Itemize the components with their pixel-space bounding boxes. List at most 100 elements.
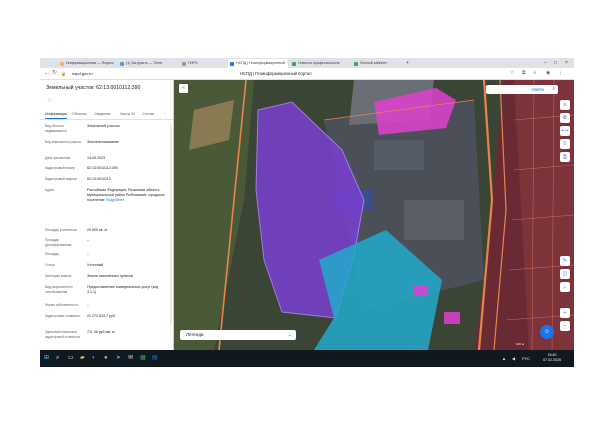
tab-favicon-icon [292,61,296,66]
bookmark-map-icon[interactable]: ◫ [560,269,570,279]
tab-objects[interactable]: Объекты [72,111,87,118]
browser-tab[interactable]: Личный кабинет [352,59,402,68]
back-icon[interactable]: ← [44,69,50,78]
browser-tab[interactable]: Новости профессионала [290,59,350,68]
row-value: Учтенный [87,263,104,267]
browser-window: Информационная — Яндекс (1) Загрузить — … [40,58,574,367]
telegram-icon[interactable]: ➤ [116,354,121,363]
browser-tab[interactable]: ГИРО [180,59,224,68]
tab-label: Личный кабинет [360,61,388,65]
zoom-in-icon[interactable]: + [560,308,570,318]
row-key: Удельный показатель кадастровой стоимост… [45,330,80,339]
row-key: Кадастровая стоимость [45,314,81,318]
url-field[interactable]: nspd.gov.ru [72,70,192,77]
info-row: Кадастровый квартал 62:13:0010112 [45,177,167,186]
info-row: Удельный показатель кадастровой стоимост… [45,330,167,346]
tab-composition[interactable]: Состав [142,111,154,118]
tabs-scroll-right-icon[interactable]: › [164,111,165,118]
collapse-panel-icon[interactable]: « [179,84,188,93]
map-scale: 100 м [516,342,524,346]
chat-help-icon[interactable]: ☺ [540,325,554,339]
volume-icon[interactable]: ◀ [512,354,515,363]
mail-icon[interactable]: ✉ [128,354,133,363]
menu-icon[interactable]: ⋮ [558,70,563,77]
close-icon[interactable]: × [565,59,568,67]
print-icon[interactable]: ⎙ [560,152,570,162]
address-more-link[interactable]: Подробнее [106,198,125,202]
page-title: НСПД | Геоинформационный портал [240,71,312,76]
row-value: Земли населённых пунктов [87,274,133,278]
map-parcel-magenta[interactable] [444,312,460,324]
row-value: Предоставление коммунальных услуг (код 3… [87,285,159,294]
draw-icon[interactable]: ✎ [560,256,570,266]
row-key: Кадастровый номер [45,166,75,170]
tab-label: Новости профессионала [298,61,340,65]
file-explorer-icon[interactable]: ▰ [80,354,85,363]
legend-dropdown[interactable]: Легенда ⌄ [180,330,296,340]
lock-icon[interactable]: 🔒 [61,69,66,78]
browser-tab-active[interactable]: НСПД | Геоинформационный [228,59,288,68]
row-value: 62:13:0010112:390 [87,166,118,170]
browser-tab[interactable]: Информационная — Яндекс [58,59,116,68]
tab-label: НСПД | Геоинформационный [236,61,285,65]
clock-date: 07.02.2025 [543,358,561,362]
favorite-star-icon[interactable]: ☆ [47,97,52,104]
info-row: Адрес Российская Федерация, Рязанская об… [45,188,167,218]
network-icon[interactable]: ▲ [502,354,506,363]
share-icon[interactable]: ⇪ [560,139,570,149]
tab-label: (1) Загрузить — Телег [126,61,163,65]
ruler-icon[interactable]: ⟷ [560,126,570,136]
tab-favicon-icon [354,61,358,66]
map-search-label: Найти [531,87,544,92]
profile-icon[interactable]: ◉ [546,70,550,77]
extensions-icon[interactable]: ⧉ [522,70,526,77]
row-key: Статус [45,263,56,267]
map-search[interactable]: Найти ⌕ [486,85,558,94]
layers-icon[interactable]: ≡ [560,100,570,110]
new-tab-icon[interactable]: + [406,59,409,67]
row-key: Форма собственности [45,303,78,307]
tab-information[interactable]: Информация [45,111,68,119]
row-key: Адрес [45,188,55,192]
map-view[interactable]: « Найти ⌕ ≡ ⚙ ⟷ ⇪ ⎙ ✎ ◫ ⌂ + − ☺ Легенда … [174,80,574,350]
row-value: 21 272 633,7 руб. [87,314,116,318]
row-key: Дата присвоения [45,156,71,160]
row-key: Площадь уточненная [45,228,77,232]
search-icon[interactable]: ⌕ [552,85,555,94]
downloads-icon[interactable]: ⭳ [534,70,536,77]
task-view-icon[interactable]: ▭ [68,354,74,363]
panel-scrollbar[interactable] [170,125,172,325]
language-icon[interactable]: РУС [522,354,530,363]
zoom-out-icon[interactable]: − [560,321,570,331]
info-row: Площадь – [45,252,167,261]
tab-details[interactable]: Сведения [94,111,110,118]
row-key: Вид разрешенного использования [45,285,73,294]
row-key: Вид земельного участка [45,140,81,144]
settings-icon[interactable]: ⚙ [560,113,570,123]
search-icon[interactable]: ⌕ [56,354,59,363]
row-value: Российская Федерация, Рязанская область,… [87,188,167,202]
system-clock[interactable]: 15:40 07.02.2025 [534,353,570,363]
edge-icon[interactable]: ◐ [92,354,96,363]
row-key: Категория земель [45,274,72,278]
chevron-down-icon: ⌄ [287,332,292,338]
map-parcel-magenta[interactable] [414,285,428,295]
maximize-icon[interactable]: □ [554,59,557,67]
tab-favicon-icon [60,61,64,66]
excel-icon[interactable]: ▦ [140,354,146,363]
info-row: Категория земель Земли населённых пункто… [45,274,167,283]
tab-parts[interactable]: Части ЗУ [120,111,135,118]
reload-icon[interactable]: ↻ [52,69,57,78]
map-building [374,140,424,170]
browser-tab[interactable]: (1) Загрузить — Телег [118,59,176,68]
bookmark-icon[interactable]: ☆ [510,70,514,77]
home-icon[interactable]: ⌂ [560,282,570,292]
info-row: Площадь декларированная – [45,238,167,250]
minimize-icon[interactable]: – [544,59,547,67]
map-canvas[interactable] [174,80,574,350]
word-icon[interactable]: ▤ [152,354,158,363]
tab-favicon-icon [120,61,124,66]
row-value: Землепользование [87,140,120,144]
yandex-browser-icon[interactable]: ● [104,354,108,363]
windows-start-icon[interactable]: ⊞ [44,354,49,363]
